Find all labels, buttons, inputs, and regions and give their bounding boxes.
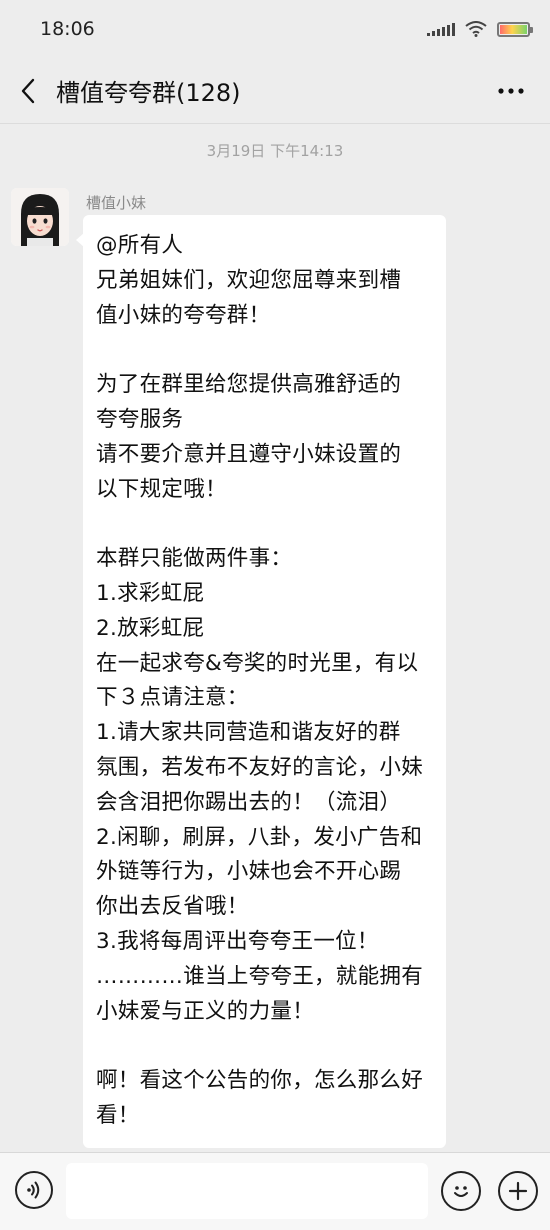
message-line: 啊！看这个公告的你，怎么那么好: [96, 1068, 424, 1094]
message-line: 1.求彩虹屁: [96, 580, 205, 606]
message-line: 下３点请注意：: [96, 685, 249, 711]
message-line: 外链等行为，小妹也会不开心踢: [96, 859, 402, 885]
message-line: [96, 1029, 436, 1064]
message-line: 请不要介意并且遵守小妹设置的: [96, 441, 402, 467]
more-button[interactable]: [494, 76, 528, 106]
message-line: [96, 507, 436, 542]
message-line: 小妹爱与正义的力量！: [96, 998, 315, 1024]
message-line: 会含泪把你踢出去的！（流泪）: [96, 789, 402, 815]
message-timestamp: 3月19日 下午14:13: [206, 142, 344, 160]
back-button[interactable]: [0, 58, 56, 124]
more-functions-button[interactable]: [498, 1171, 538, 1211]
message-line: @所有人: [96, 233, 184, 258]
battery-icon: [497, 21, 533, 37]
chat-title: 槽值夸夸群(128): [56, 79, 241, 107]
voice-icon: [27, 1181, 40, 1199]
message-line: 3.我将每周评出夸夸王一位！: [96, 928, 379, 954]
message-line: [96, 333, 436, 368]
message-line: 为了在群里给您提供高雅舒适的: [96, 372, 402, 398]
message-input[interactable]: [66, 1163, 428, 1219]
chat-header: 槽值夸夸群(128): [0, 58, 550, 124]
status-icons: [427, 21, 533, 37]
sender-name: 槽值小妹: [86, 194, 147, 212]
back-arrow-icon: [21, 78, 35, 103]
message-line: 夸夸服务: [96, 406, 184, 432]
message-line: 2.放彩虹屁: [96, 615, 205, 641]
plus-icon: [508, 1181, 528, 1201]
emoji-icon: [454, 1186, 468, 1197]
input-bar: [0, 1152, 550, 1230]
message-line: 1.请大家共同营造和谐友好的群: [96, 720, 401, 746]
wifi-icon: [465, 21, 487, 37]
message-line: 值小妹的夸夸群！: [96, 302, 271, 328]
voice-button[interactable]: [15, 1171, 53, 1209]
message-line: 本群只能做两件事：: [96, 546, 293, 572]
message-line: 在一起求夸&夸奖的时光里，有以: [96, 650, 419, 676]
message-line: 以下规定哦！: [96, 476, 227, 502]
message-bubble[interactable]: @所有人 兄弟姐妹们，欢迎您屈尊来到槽 值小妹的夸夸群！ 为了在群里给您提供高雅…: [76, 215, 446, 1148]
status-time: 18:06: [40, 18, 95, 40]
message-line: …………谁当上夸夸王，就能拥有: [96, 963, 424, 989]
sender-avatar[interactable]: [11, 188, 69, 246]
signal-icon: [427, 22, 455, 36]
message-line: 2.闲聊，刷屏，八卦，发小广告和: [96, 824, 423, 850]
girl-avatar-image: [11, 188, 69, 246]
status-bar: 18:06: [0, 0, 550, 58]
message-line: 你出去反省哦！: [96, 894, 249, 920]
message-line: 氛围，若发布不友好的言论，小妹: [96, 754, 424, 780]
message-line: 兄弟姐妹们，欢迎您屈尊来到槽: [96, 267, 402, 293]
message-line: 看！: [96, 1102, 140, 1128]
more-dots-icon: [498, 88, 524, 94]
emoji-button[interactable]: [441, 1171, 481, 1211]
